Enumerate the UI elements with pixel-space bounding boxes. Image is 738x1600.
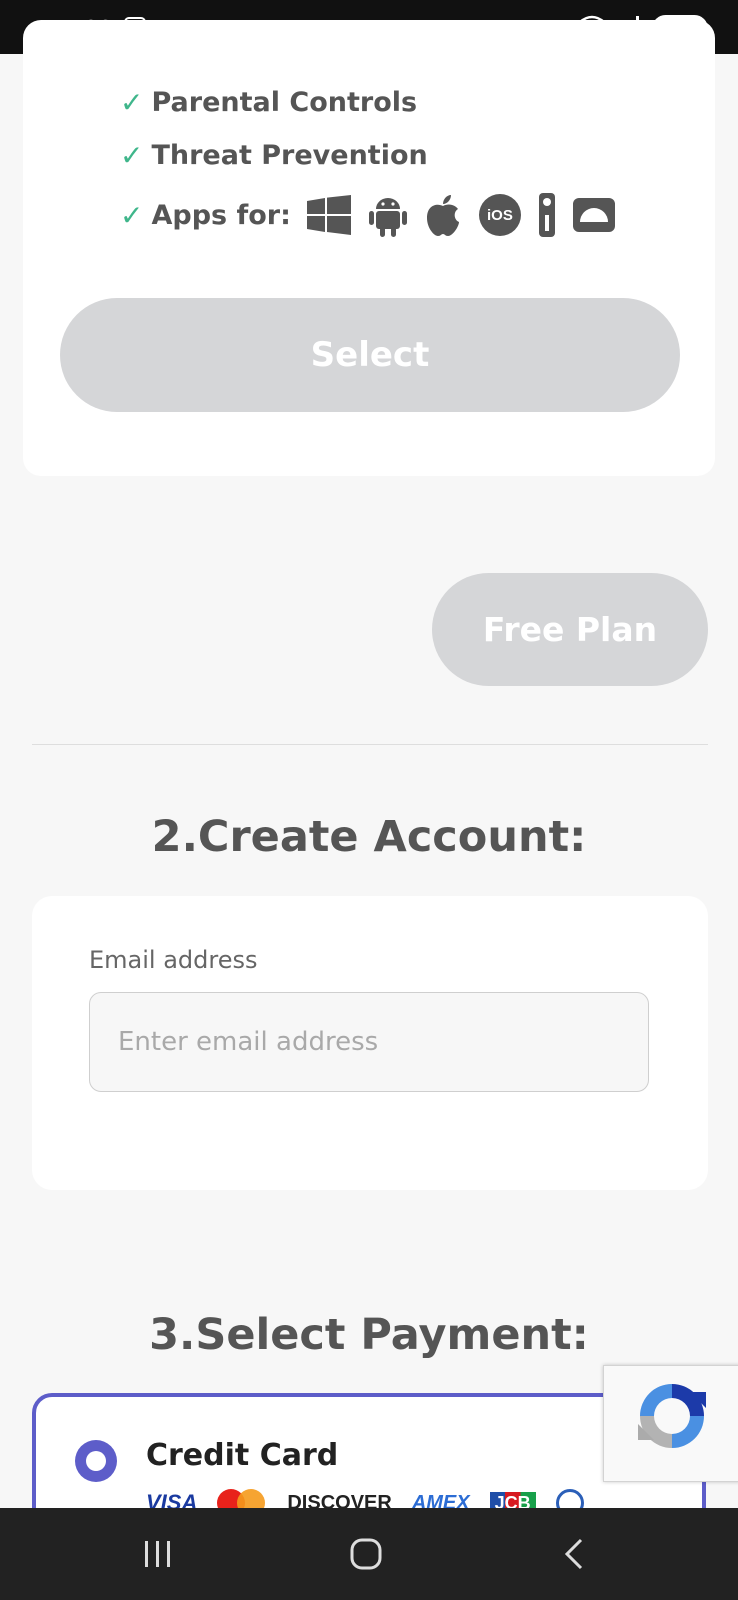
recaptcha-badge[interactable]: [603, 1365, 738, 1482]
platform-icons: iOS: [306, 193, 615, 237]
check-icon: ✓: [120, 86, 144, 119]
credit-card-label: Credit Card: [146, 1438, 339, 1473]
feature-item: ✓ Parental Controls: [120, 86, 417, 119]
fire-tv-remote-icon: [538, 193, 555, 237]
select-payment-heading: 3.Select Payment:: [149, 1310, 589, 1360]
recaptcha-icon: [638, 1384, 706, 1448]
home-button[interactable]: [306, 1508, 426, 1600]
android-tv-icon: [572, 198, 615, 232]
create-account-heading: 2.Create Account:: [151, 812, 587, 862]
section-divider: [32, 744, 708, 745]
email-label: Email address: [89, 946, 258, 974]
apple-icon: [425, 194, 461, 236]
recent-apps-icon: [145, 1541, 170, 1567]
feature-item: ✓ Apps for: iOS: [120, 193, 615, 237]
select-plan-button[interactable]: Select: [60, 298, 680, 412]
check-icon: ✓: [120, 198, 144, 232]
feature-label: Parental Controls: [151, 87, 418, 118]
android-icon: [368, 193, 407, 237]
back-button[interactable]: [514, 1508, 634, 1600]
check-icon: ✓: [120, 139, 144, 172]
ios-icon: iOS: [478, 194, 521, 236]
feature-label: Threat Prevention: [151, 140, 428, 171]
feature-label: Apps for:: [151, 199, 291, 231]
free-plan-button[interactable]: Free Plan: [432, 573, 708, 686]
home-icon: [350, 1538, 382, 1570]
system-navigation-bar: [0, 1508, 738, 1600]
recent-apps-button[interactable]: [98, 1508, 218, 1600]
windows-icon: [306, 195, 351, 235]
credit-card-radio[interactable]: [75, 1440, 117, 1482]
back-icon: [564, 1538, 583, 1570]
feature-item: ✓ Threat Prevention: [120, 139, 428, 172]
email-field[interactable]: [89, 992, 649, 1092]
